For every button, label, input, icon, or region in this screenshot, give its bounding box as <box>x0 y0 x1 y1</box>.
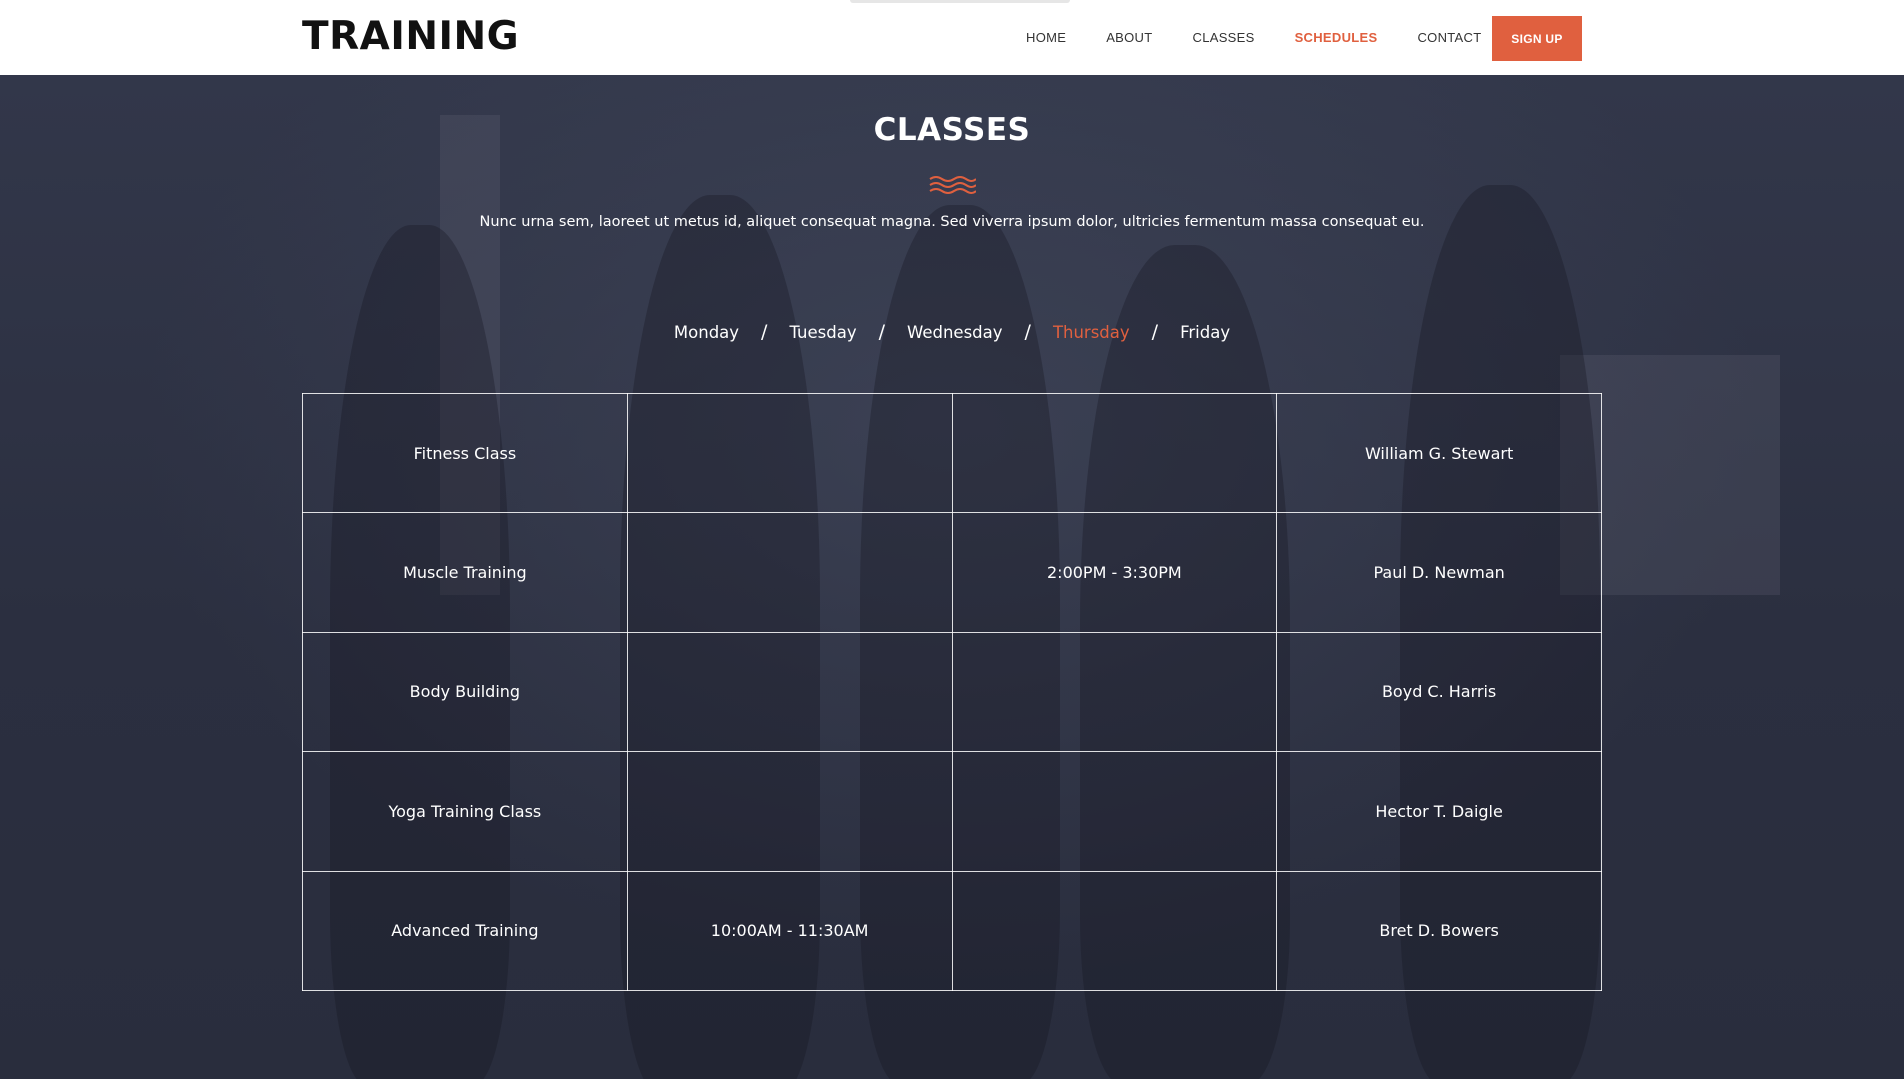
main-nav: HOME ABOUT CLASSES SCHEDULES CONTACT <box>1026 0 1521 75</box>
table-row: Body Building Boyd C. Harris <box>302 631 1602 753</box>
sign-up-button[interactable]: SIGN UP <box>1492 16 1582 61</box>
tab-separator: / <box>761 321 768 343</box>
time-cell <box>951 631 1278 753</box>
class-name-cell: Advanced Training <box>302 870 628 992</box>
time-cell <box>626 631 953 753</box>
class-name-cell: Yoga Training Class <box>302 751 628 872</box>
nav-about[interactable]: ABOUT <box>1106 30 1152 45</box>
tab-wednesday[interactable]: Wednesday <box>907 323 1003 342</box>
tab-monday[interactable]: Monday <box>674 323 739 342</box>
nav-contact[interactable]: CONTACT <box>1417 30 1481 45</box>
site-logo[interactable]: TRAINING <box>302 14 519 59</box>
table-row: Advanced Training 10:00AM - 11:30AM Bret… <box>302 870 1602 992</box>
day-tabs: Monday / Tuesday / Wednesday / Thursday … <box>0 321 1904 343</box>
class-name-cell: Fitness Class <box>302 392 628 514</box>
table-row: Yoga Training Class Hector T. Daigle <box>302 751 1602 872</box>
nav-classes[interactable]: CLASSES <box>1193 30 1255 45</box>
site-header: TRAINING HOME ABOUT CLASSES SCHEDULES CO… <box>0 0 1904 75</box>
schedule-table: Fitness Class William G. Stewart Muscle … <box>302 392 1602 992</box>
time-cell: 10:00AM - 11:30AM <box>626 870 953 992</box>
trainer-cell: Bret D. Bowers <box>1276 870 1602 992</box>
tab-friday[interactable]: Friday <box>1180 323 1230 342</box>
tab-separator: / <box>1024 321 1031 343</box>
class-name-cell: Body Building <box>302 631 628 753</box>
trainer-cell: Paul D. Newman <box>1276 512 1602 633</box>
nav-schedules[interactable]: SCHEDULES <box>1295 30 1378 45</box>
tab-separator: / <box>1151 321 1159 343</box>
time-cell <box>626 392 953 514</box>
time-cell <box>626 751 953 872</box>
tab-separator: / <box>878 321 885 343</box>
section-title: CLASSES <box>873 112 1031 148</box>
section-description: Nunc urna sem, laoreet ut metus id, aliq… <box>479 214 1425 230</box>
tab-tuesday[interactable]: Tuesday <box>789 323 856 342</box>
table-row: Fitness Class William G. Stewart <box>302 392 1602 514</box>
wave-icon <box>929 176 976 194</box>
trainer-cell: William G. Stewart <box>1276 392 1602 514</box>
nav-home[interactable]: HOME <box>1026 30 1066 45</box>
class-name-cell: Muscle Training <box>302 512 628 633</box>
time-cell <box>626 512 953 633</box>
trainer-cell: Hector T. Daigle <box>1276 751 1602 872</box>
tab-thursday[interactable]: Thursday <box>1053 323 1130 342</box>
trainer-cell: Boyd C. Harris <box>1276 631 1602 753</box>
time-cell <box>951 751 1278 872</box>
time-cell <box>951 870 1278 992</box>
time-cell <box>951 392 1278 514</box>
time-cell: 2:00PM - 3:30PM <box>951 512 1278 633</box>
table-row: Muscle Training 2:00PM - 3:30PM Paul D. … <box>302 512 1602 633</box>
